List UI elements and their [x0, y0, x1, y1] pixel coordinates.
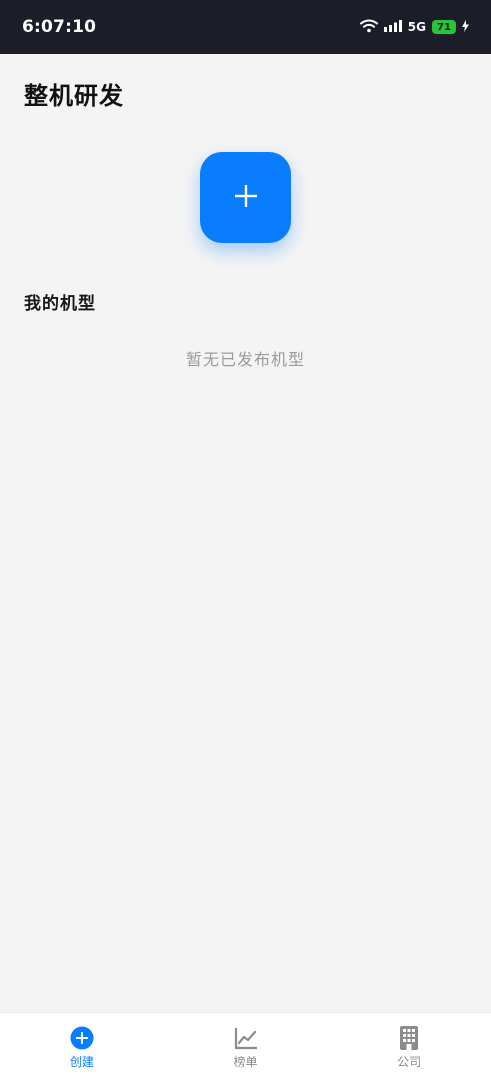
plus-icon — [234, 184, 257, 211]
nav-label-company: 公司 — [397, 1055, 422, 1069]
network-type: 5G — [407, 20, 426, 34]
bottom-nav: 创建 榜单 公司 — [0, 1012, 491, 1080]
page-title: 整机研发 — [24, 82, 124, 110]
status-bar: 6:07:10 5G 71 — [0, 0, 491, 54]
status-icons: 5G 71 — [359, 19, 469, 36]
building-icon — [397, 1026, 421, 1050]
nav-label-create: 创建 — [69, 1055, 94, 1069]
chart-line-icon — [234, 1026, 258, 1050]
empty-state-text: 暂无已发布机型 — [185, 350, 305, 369]
nav-item-ranking[interactable]: 榜单 — [164, 1013, 328, 1080]
battery-icon: 71 — [432, 20, 456, 34]
plus-circle-icon — [70, 1026, 94, 1050]
app-screen: 6:07:10 5G 71 整机研发 我的机型 暂无已发布机型 创建 榜单 公司 — [0, 0, 491, 1080]
nav-label-ranking: 榜单 — [233, 1055, 258, 1069]
nav-item-create[interactable]: 创建 — [0, 1013, 164, 1080]
nav-item-company[interactable]: 公司 — [327, 1013, 491, 1080]
section-title-my-models: 我的机型 — [24, 294, 96, 314]
create-model-button[interactable] — [200, 152, 291, 243]
charging-icon — [462, 19, 469, 35]
status-time: 6:07:10 — [22, 17, 97, 37]
signal-icon — [383, 19, 402, 35]
battery-level: 71 — [437, 21, 451, 33]
wifi-icon — [359, 19, 378, 36]
